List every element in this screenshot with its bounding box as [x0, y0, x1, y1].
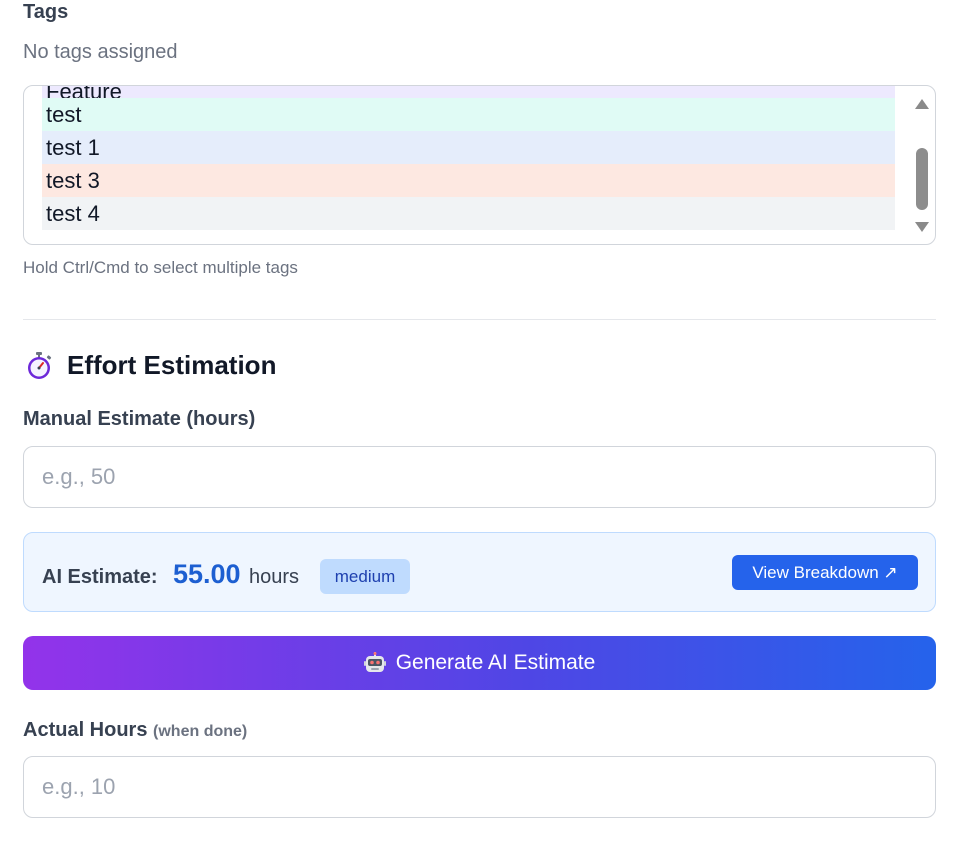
tag-option-label: Feature — [46, 86, 122, 98]
actual-hours-label-text: Actual Hours — [23, 719, 148, 741]
confidence-badge: medium — [320, 559, 410, 594]
ai-estimate-value: 55.00 — [173, 559, 241, 589]
tags-label: Tags — [23, 1, 69, 23]
tag-option-feature[interactable]: Feature — [42, 86, 895, 98]
robot-icon — [363, 652, 386, 674]
tag-option-label: test 1 — [46, 135, 100, 160]
manual-estimate-input[interactable] — [23, 446, 936, 508]
tag-option-test-3[interactable]: test 3 — [42, 164, 895, 197]
tag-option-test[interactable]: test — [42, 98, 895, 131]
tags-option-list: Feature test test 1 test 3 test 4 — [42, 86, 895, 232]
tags-hint: Hold Ctrl/Cmd to select multiple tags — [23, 258, 298, 277]
tags-scrollbar[interactable] — [909, 86, 935, 244]
ai-estimate-label: AI Estimate: — [42, 566, 158, 588]
tag-option-label: test — [46, 102, 82, 127]
effort-section-header: Effort Estimation — [25, 350, 276, 381]
generate-button-label: Generate AI Estimate — [395, 651, 596, 674]
scroll-thumb[interactable] — [916, 148, 928, 210]
tag-option-test-1[interactable]: test 1 — [42, 131, 895, 164]
ai-estimate-unit: hours — [249, 566, 300, 588]
actual-hours-sublabel: (when done) — [153, 723, 248, 740]
tags-multiselect[interactable]: Feature test test 1 test 3 test 4 — [23, 85, 936, 245]
scroll-down-arrow-icon[interactable] — [915, 222, 929, 232]
actual-hours-label: Actual Hours (when done) — [23, 719, 247, 742]
effort-section-title: Effort Estimation — [67, 350, 277, 380]
tag-option-label: test 3 — [46, 168, 100, 193]
view-breakdown-button[interactable]: View Breakdown ↗ — [732, 555, 918, 590]
scroll-up-arrow-icon[interactable] — [915, 99, 929, 109]
manual-estimate-label: Manual Estimate (hours) — [23, 408, 256, 430]
tags-empty-text: No tags assigned — [23, 41, 178, 63]
generate-ai-estimate-button[interactable]: Generate AI Estimate — [23, 636, 936, 690]
actual-hours-input[interactable] — [23, 756, 936, 818]
tag-option-label: test 4 — [46, 201, 100, 226]
ai-estimate-panel: AI Estimate: 55.00 hours medium View Bre… — [23, 532, 936, 612]
tag-option-test-4[interactable]: test 4 — [42, 197, 895, 230]
section-divider — [23, 319, 936, 320]
stopwatch-icon — [25, 351, 53, 381]
